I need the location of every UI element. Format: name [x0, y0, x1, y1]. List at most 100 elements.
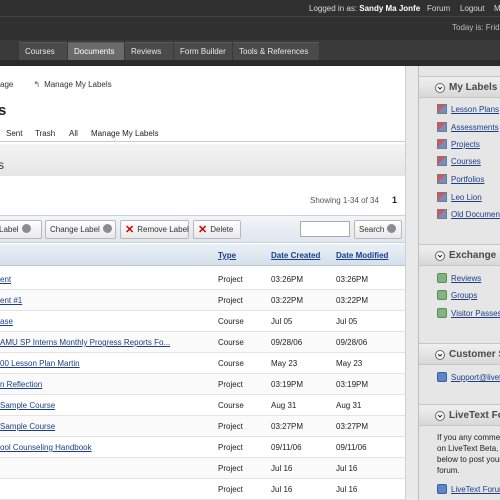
column-header-type[interactable]: Type [218, 251, 236, 260]
change-label-button[interactable]: Change Label [45, 220, 116, 239]
chevron-down-icon[interactable] [435, 411, 445, 421]
more-link[interactable]: M [494, 4, 500, 13]
document-created: 03:22PM [271, 296, 304, 305]
label-item-text: Old Documents [451, 210, 500, 219]
document-modified: Jul 16 [336, 485, 358, 494]
forum-link[interactable]: LiveText Forum [437, 484, 500, 494]
tab-tools-references[interactable]: Tools & References [233, 42, 319, 60]
support-email-text: Support@livetex [451, 373, 500, 382]
groups-icon [437, 290, 447, 300]
exchange-item-reviews[interactable]: Reviews [437, 273, 481, 283]
table-row[interactable]: AMU SP Interns Monthly Progress Reports … [0, 332, 405, 353]
customer-service-title: Customer Se [449, 349, 500, 360]
table-row[interactable]: ool Counseling Handbook Project 09/11/06… [0, 437, 405, 458]
table-row[interactable]: ent Project 03:26PM 03:26PM [0, 269, 405, 290]
label-icon [437, 104, 447, 114]
search-input[interactable] [300, 221, 350, 237]
folder-tab-trash[interactable]: Trash [35, 129, 55, 138]
document-modified: Jul 05 [336, 317, 358, 326]
chevron-down-icon[interactable] [435, 251, 445, 261]
page-number[interactable]: 1 [392, 195, 397, 205]
apply-label-button[interactable]: Label [0, 220, 42, 239]
breadcrumb-manage-labels[interactable]: Manage My Labels [44, 80, 112, 89]
document-type: Course [218, 359, 244, 368]
column-header-date-modified[interactable]: Date Modified [336, 251, 388, 260]
breadcrumb-first[interactable]: age [0, 80, 13, 89]
table-row[interactable]: n Reflection Project 03:19PM 03:19PM [0, 374, 405, 395]
label-arrow-icon [21, 224, 31, 233]
exchange-item-text: Groups [451, 291, 478, 300]
document-name[interactable]: ase [0, 317, 13, 326]
support-email-link[interactable]: Support@livetex [437, 372, 500, 382]
label-item-leo-lion[interactable]: Leo Lion [437, 192, 482, 202]
panel-divider-scrollbar[interactable] [405, 66, 418, 500]
remove-label-button[interactable]: ✕ Remove Label [120, 220, 189, 239]
delete-label: Delete [210, 225, 234, 234]
exchange-title: Exchange [449, 250, 497, 261]
exchange-item-groups[interactable]: Groups [437, 290, 477, 300]
label-item-lesson-plans[interactable]: Lesson Plans [437, 104, 499, 114]
document-created: 09/28/06 [271, 338, 303, 347]
search-button[interactable]: Search [354, 220, 402, 239]
forum-text-line: below to post your f [437, 455, 500, 464]
main-panel: age ↰ Manage My Labels s Sent Trash All Ma… [0, 66, 418, 500]
table-row[interactable]: 00 Lesson Plan Martin Course May 23 May … [0, 353, 405, 374]
change-label-label: Change Label [50, 225, 100, 234]
tab-reviews[interactable]: Reviews [125, 42, 173, 60]
folder-tab-manage-labels[interactable]: Manage My Labels [91, 129, 159, 138]
label-icon [437, 139, 447, 149]
document-name[interactable]: ent #1 [0, 296, 22, 305]
label-item-text: Lesson Plans [451, 105, 500, 114]
label-item-old-documents[interactable]: Old Documents [437, 209, 500, 219]
logout-link[interactable]: Logout [460, 4, 484, 13]
table-row[interactable]: ent #1 Project 03:22PM 03:22PM [0, 290, 405, 311]
label-item-courses[interactable]: Courses [437, 156, 481, 166]
document-type: Project [218, 275, 243, 284]
table-row[interactable]: Project Jul 16 Jul 16 [0, 458, 405, 479]
table-row[interactable]: ase Course Jul 05 Jul 05 [0, 311, 405, 332]
document-type: Course [218, 338, 244, 347]
forum-link-text: LiveText Forum [451, 485, 500, 494]
section-header-band [0, 144, 418, 176]
forum-text-line: forum. [437, 466, 460, 475]
document-type: Project [218, 380, 243, 389]
document-modified: Aug 31 [336, 401, 362, 410]
document-name[interactable]: 00 Lesson Plan Martin [0, 359, 80, 368]
document-name[interactable]: n Reflection [0, 380, 42, 389]
tab-form-builder[interactable]: Form Builder [174, 42, 232, 60]
page-title: s [0, 102, 7, 119]
document-name[interactable]: AMU SP Interns Monthly Progress Reports … [0, 338, 170, 347]
chevron-down-icon[interactable] [435, 83, 445, 93]
document-name[interactable]: Sample Course [0, 401, 55, 410]
label-item-projects[interactable]: Projects [437, 139, 480, 149]
label-item-portfolios[interactable]: Portfolios [437, 174, 484, 184]
document-type: Project [218, 296, 243, 305]
column-header-date-created[interactable]: Date Created [271, 251, 320, 260]
label-item-text: Projects [451, 140, 480, 149]
document-name[interactable]: Sample Course [0, 422, 55, 431]
folder-tab-all[interactable]: All [69, 129, 78, 138]
my-labels-header: My Labels [419, 76, 500, 98]
folder-tab-sent[interactable]: Sent [6, 129, 22, 138]
document-modified: 03:19PM [336, 380, 369, 389]
tab-documents[interactable]: Documents [68, 42, 124, 60]
document-name[interactable]: ent [0, 275, 11, 284]
label-item-assessments[interactable]: Assessments [437, 122, 499, 132]
document-created: 03:19PM [271, 380, 304, 389]
forum-link[interactable]: Forum [427, 4, 450, 13]
table-row[interactable]: Sample Course Course Aug 31 Aug 31 [0, 395, 405, 416]
table-row[interactable]: Project Jul 16 Jul 16 [0, 479, 405, 500]
chevron-down-icon[interactable] [435, 350, 445, 360]
exchange-item-text: Visitor Passes [451, 309, 500, 318]
document-created: Aug 31 [271, 401, 297, 410]
forum-title: LiveText Foru [449, 410, 500, 421]
change-label-arrow-icon [102, 224, 112, 233]
document-modified: Jul 16 [336, 464, 358, 473]
logged-in-prefix: Logged in as: [309, 4, 360, 13]
table-row[interactable]: Sample Course Project 03:27PM 03:27PM [0, 416, 405, 437]
document-modified: May 23 [336, 359, 363, 368]
delete-button[interactable]: ✕ Delete [193, 220, 241, 239]
exchange-item-visitor-passes[interactable]: Visitor Passes [437, 308, 500, 318]
document-name[interactable]: ool Counseling Handbook [0, 443, 92, 452]
tab-courses[interactable]: Courses [19, 42, 67, 60]
